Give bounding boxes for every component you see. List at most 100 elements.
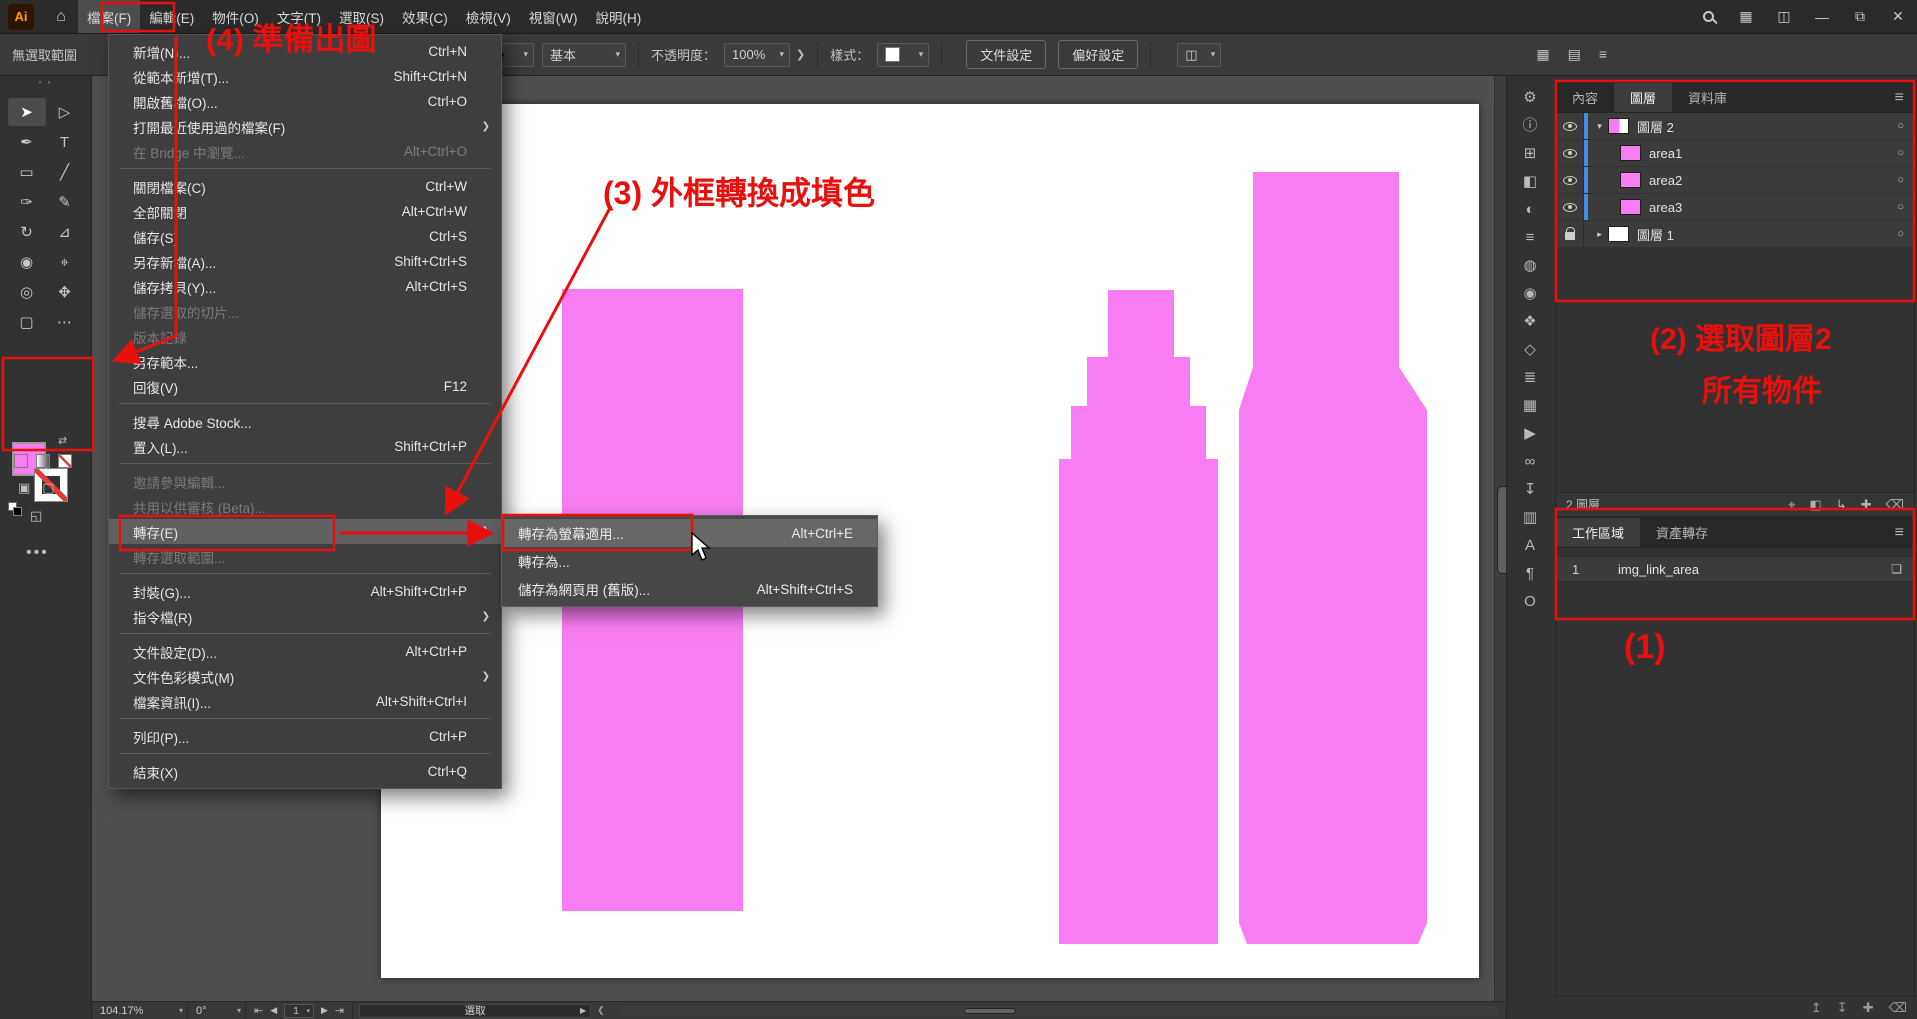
artboard-page-icon[interactable] — [1891, 562, 1914, 576]
file-menu-item[interactable]: 關閉檔案(C) Ctrl+W — [109, 174, 501, 199]
move-down-icon[interactable]: ↧ — [1837, 1000, 1848, 1016]
arrange-docs-icon[interactable] — [1727, 0, 1765, 33]
file-menu-item[interactable]: 儲存選取的切片... — [109, 299, 501, 324]
locate-object-icon[interactable]: ⌖ — [1788, 497, 1795, 513]
paragraph-icon[interactable]: ¶ — [1526, 566, 1534, 581]
horizontal-scrollbar[interactable] — [619, 1006, 1498, 1016]
panel-tab[interactable]: 資產轉存 — [1640, 518, 1724, 547]
file-menu-item[interactable]: 結束(X) Ctrl+Q — [109, 759, 501, 784]
target-circle[interactable] — [1897, 228, 1904, 240]
layer-thumbnail[interactable] — [1608, 118, 1629, 134]
zoom-level-dropdown[interactable]: 104.17% — [92, 1002, 188, 1019]
file-menu-item[interactable]: 從範本新增(T)... Shift+Ctrl+N — [109, 64, 501, 89]
menubar-item[interactable]: 檔案(F) — [78, 0, 140, 33]
file-menu-item[interactable]: 打開最近使用過的檔案(F) — [109, 114, 501, 139]
status-play-icon[interactable] — [580, 1006, 586, 1015]
preferences-button[interactable]: 偏好設定 — [1058, 40, 1138, 69]
layers-icon[interactable]: ≣ — [1524, 370, 1537, 385]
links-icon[interactable]: ∞ — [1525, 454, 1536, 469]
home-icon[interactable] — [44, 8, 78, 26]
style-dropdown[interactable] — [877, 43, 929, 67]
vertical-scrollbar[interactable] — [1494, 76, 1506, 1001]
default-swatches-icon[interactable] — [8, 502, 22, 516]
opentype-icon[interactable]: O — [1524, 594, 1536, 609]
file-menu-item[interactable]: 開啟舊檔(O)... Ctrl+O — [109, 89, 501, 114]
new-sublayer-icon[interactable]: ↳ — [1836, 497, 1847, 513]
menubar-item[interactable]: 選取(S) — [330, 0, 393, 33]
panel-tab[interactable]: 工作區域 — [1556, 518, 1640, 547]
file-menu-item[interactable]: 檔案資訊(I)... Alt+Shift+Ctrl+I — [109, 689, 501, 714]
file-menu-item[interactable]: 儲存拷貝(Y)... Alt+Ctrl+S — [109, 274, 501, 299]
info-icon[interactable]: ⓘ — [1522, 118, 1537, 133]
distribute-icon[interactable] — [1568, 46, 1581, 63]
eyedropper-tool[interactable]: ⌖ — [46, 248, 84, 276]
gradient-button[interactable] — [36, 454, 50, 468]
pink-bottle-small-shape[interactable] — [1059, 290, 1218, 944]
collapse-icon[interactable] — [597, 1005, 605, 1016]
delete-artboard-icon[interactable]: ⌫ — [1889, 1000, 1907, 1016]
more-tools[interactable]: ⋯ — [46, 308, 84, 336]
search-icon[interactable] — [1689, 0, 1727, 33]
file-menu-item[interactable]: 指令檔(R) — [109, 604, 501, 629]
layer-row[interactable]: ▾ 圖層 2 — [1556, 113, 1914, 140]
opacity-dropdown[interactable]: 100% — [724, 43, 790, 67]
restore-button[interactable] — [1841, 0, 1879, 33]
panel-tab[interactable]: 內容 — [1556, 83, 1614, 112]
artboard-name[interactable]: img_link_area — [1618, 562, 1891, 577]
select-similar-dropdown[interactable] — [1177, 43, 1221, 67]
visibility-toggle[interactable] — [1556, 140, 1584, 166]
file-menu-item[interactable]: 搜尋 Adobe Stock... — [109, 409, 501, 434]
file-menu-item[interactable]: 另存新檔(A)... Shift+Ctrl+S — [109, 249, 501, 274]
menubar-item[interactable]: 視窗(W) — [520, 0, 587, 33]
visibility-toggle[interactable] — [1556, 221, 1584, 247]
last-artboard-button[interactable] — [335, 1004, 344, 1017]
none-button[interactable] — [58, 454, 72, 468]
draw-normal-icon[interactable]: ▣ — [18, 480, 30, 496]
gradient-icon[interactable]: ◐ — [1525, 202, 1534, 217]
visibility-toggle[interactable] — [1556, 113, 1584, 139]
document-setup-button[interactable]: 文件設定 — [966, 40, 1046, 69]
file-menu-item[interactable]: 版本記錄 — [109, 324, 501, 349]
color-button[interactable] — [14, 454, 28, 468]
cb-menu-icon[interactable] — [1599, 46, 1607, 63]
align-grid-icon[interactable] — [1536, 46, 1549, 63]
menubar-item[interactable]: 編輯(E) — [140, 0, 203, 33]
expand-chevron-icon[interactable]: ▸ — [1591, 229, 1608, 240]
rotate-tool[interactable]: ↻ — [8, 218, 46, 246]
type-tool[interactable]: T — [46, 128, 84, 156]
file-menu-item[interactable]: 轉存選取範圍... — [109, 544, 501, 569]
scale-tool[interactable]: ⊿ — [46, 218, 84, 246]
panel-grip[interactable] — [0, 76, 91, 90]
file-menu-item[interactable]: 轉存(E) — [109, 519, 501, 544]
delete-layer-icon[interactable]: ⌫ — [1886, 497, 1904, 513]
swap-swatch-icon[interactable] — [58, 434, 67, 447]
minimize-button[interactable] — [1803, 0, 1841, 33]
menubar-item[interactable]: 檢視(V) — [457, 0, 520, 33]
artboard-row[interactable]: 1 img_link_area — [1556, 556, 1914, 582]
panel-tab[interactable]: 圖層 — [1614, 83, 1672, 112]
layer-thumbnail[interactable] — [1620, 199, 1641, 215]
file-menu-item[interactable]: 列印(P)... Ctrl+P — [109, 724, 501, 749]
zoom-tool[interactable]: ◎ — [8, 278, 46, 306]
submenu-item[interactable]: 轉存為... — [502, 547, 877, 575]
layer-name[interactable]: area2 — [1649, 173, 1682, 188]
pen-tool[interactable]: ✒ — [8, 128, 46, 156]
graphic-styles-icon[interactable]: ❖ — [1523, 314, 1536, 329]
variables-icon[interactable]: ▥ — [1523, 510, 1537, 525]
panel-menu-icon[interactable] — [1895, 83, 1914, 112]
direct-selection-tool[interactable]: ▷ — [46, 98, 84, 126]
file-menu-item[interactable]: 文件色彩模式(M) — [109, 664, 501, 689]
transform-icon[interactable]: ⊞ — [1524, 146, 1537, 161]
layer-thumbnail[interactable] — [1608, 226, 1629, 242]
opacity-more-icon[interactable] — [796, 48, 805, 61]
visibility-toggle[interactable] — [1556, 167, 1584, 193]
layer-name[interactable]: area1 — [1649, 146, 1682, 161]
layer-name[interactable]: area3 — [1649, 200, 1682, 215]
new-layer-icon[interactable]: ✚ — [1861, 497, 1872, 513]
character-icon[interactable]: A — [1525, 538, 1535, 553]
file-menu-item[interactable]: 共用以供審核 (Beta)... — [109, 494, 501, 519]
layer-thumbnail[interactable] — [1620, 145, 1641, 161]
submenu-item[interactable]: 儲存為網頁用 (舊版)... Alt+Shift+Ctrl+S — [502, 575, 877, 603]
artboards-icon[interactable]: ▦ — [1523, 398, 1537, 413]
paintbrush-tool[interactable]: ✑ — [8, 188, 46, 216]
